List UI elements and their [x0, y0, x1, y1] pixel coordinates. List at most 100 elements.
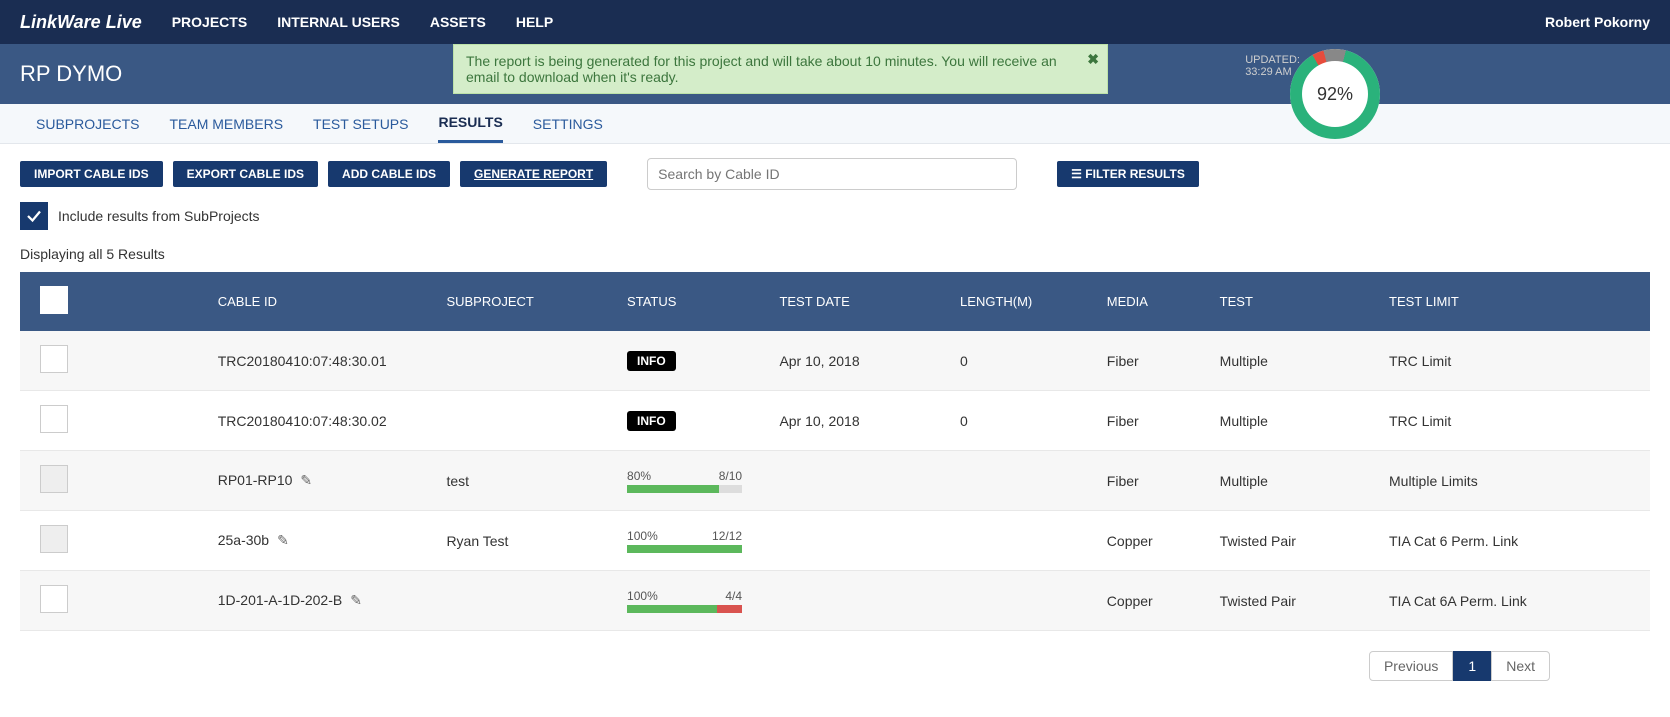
cell-length [950, 511, 1097, 571]
info-badge: INFO [627, 411, 676, 431]
progress-percent: 100% [627, 529, 658, 543]
info-badge: INFO [627, 351, 676, 371]
cell-subproject [436, 571, 617, 631]
cell-status: 80% 8/10 [617, 451, 769, 511]
search-input[interactable] [647, 158, 1017, 190]
col-media[interactable]: MEDIA [1097, 272, 1210, 331]
nav-internal-users[interactable]: INTERNAL USERS [277, 14, 400, 30]
close-icon[interactable]: ✖ [1087, 51, 1099, 68]
tab-settings[interactable]: SETTINGS [533, 106, 603, 142]
col-test-limit[interactable]: TEST LIMIT [1379, 272, 1650, 331]
cell-length [950, 571, 1097, 631]
nav-projects[interactable]: PROJECTS [172, 14, 247, 30]
cell-test-date [769, 511, 950, 571]
progress-indicator: 80% 8/10 [627, 469, 742, 493]
add-cable-ids-button[interactable]: ADD CABLE IDS [328, 161, 450, 187]
cell-media: Fiber [1097, 451, 1210, 511]
nav-help[interactable]: HELP [516, 14, 553, 30]
cell-status: INFO [617, 331, 769, 391]
progress-percent: 80% [627, 469, 651, 483]
col-length[interactable]: LENGTH(M) [950, 272, 1097, 331]
tab-test-setups[interactable]: TEST SETUPS [313, 106, 408, 142]
project-header: RP DYMO The report is being generated fo… [0, 44, 1670, 104]
cell-test-limit: Multiple Limits [1379, 451, 1650, 511]
cell-test: Multiple [1210, 451, 1379, 511]
row-select-checkbox[interactable] [40, 405, 68, 433]
select-all-checkbox[interactable] [40, 286, 68, 314]
row-select-checkbox[interactable] [40, 345, 68, 373]
cell-test-date: Apr 10, 2018 [769, 331, 950, 391]
filter-results-button[interactable]: ☰ FILTER RESULTS [1057, 161, 1199, 187]
progress-fraction: 4/4 [725, 589, 742, 603]
table-row[interactable]: RP01-RP10✎test 80% 8/10 FiberMultipleMultip… [20, 451, 1650, 511]
tab-results[interactable]: RESULTS [438, 104, 502, 143]
cell-cable-id: 1D-201-A-1D-202-B✎ [88, 571, 437, 631]
cell-test: Twisted Pair [1210, 571, 1379, 631]
cell-media: Fiber [1097, 331, 1210, 391]
progress-fraction: 8/10 [719, 469, 742, 483]
col-status[interactable]: STATUS [617, 272, 769, 331]
cell-test: Twisted Pair [1210, 511, 1379, 571]
cell-subproject: Ryan Test [436, 511, 617, 571]
pager-prev[interactable]: Previous [1369, 651, 1453, 681]
cell-subproject [436, 391, 617, 451]
cell-test-limit: TRC Limit [1379, 391, 1650, 451]
col-test-date[interactable]: TEST DATE [769, 272, 950, 331]
pencil-icon[interactable]: ✎ [277, 532, 289, 548]
tab-subprojects[interactable]: SUBPROJECTS [36, 106, 139, 142]
cell-cable-id: TRC20180410:07:48:30.01 [88, 331, 437, 391]
table-row[interactable]: 1D-201-A-1D-202-B✎100%4/4CopperTwisted P… [20, 571, 1650, 631]
table-row[interactable]: 25a-30b✎Ryan Test100%12/12CopperTwisted … [20, 511, 1650, 571]
results-count: Displaying all 5 Results [0, 240, 1670, 272]
include-subprojects-checkbox[interactable] [20, 202, 48, 230]
col-select [20, 272, 88, 331]
pencil-icon[interactable]: ✎ [350, 592, 362, 608]
alert-text: The report is being generated for this p… [466, 53, 1057, 85]
progress-indicator: 100% 4/4 [627, 589, 742, 613]
import-cable-ids-button[interactable]: IMPORT CABLE IDS [20, 161, 163, 187]
cell-test-date [769, 451, 950, 511]
cell-test-date: Apr 10, 2018 [769, 391, 950, 451]
row-select-checkbox [40, 525, 68, 553]
cell-media: Fiber [1097, 391, 1210, 451]
project-tabs: SUBPROJECTS TEAM MEMBERS TEST SETUPS RES… [0, 104, 1670, 144]
cell-status: 100% 12/12 [617, 511, 769, 571]
gauge-percent: 92% [1302, 61, 1368, 127]
top-bar: LinkWare Live PROJECTS INTERNAL USERS AS… [0, 0, 1670, 44]
results-table: CABLE ID SUBPROJECT STATUS TEST DATE LEN… [20, 272, 1650, 631]
col-test[interactable]: TEST [1210, 272, 1379, 331]
row-select-checkbox[interactable] [40, 585, 68, 613]
progress-fraction: 12/12 [712, 529, 742, 543]
table-row[interactable]: TRC20180410:07:48:30.02 INFO Apr 10, 20180… [20, 391, 1650, 451]
include-subprojects-label: Include results from SubProjects [58, 208, 260, 224]
cell-test: Multiple [1210, 331, 1379, 391]
cell-test-limit: TIA Cat 6A Perm. Link [1379, 571, 1650, 631]
export-cable-ids-button[interactable]: EXPORT CABLE IDS [173, 161, 318, 187]
table-row[interactable]: TRC20180410:07:48:30.01 INFO Apr 10, 20180… [20, 331, 1650, 391]
cell-media: Copper [1097, 511, 1210, 571]
cell-length: 0 [950, 391, 1097, 451]
brand-logo: LinkWare Live [20, 12, 142, 33]
cell-cable-id: RP01-RP10✎ [88, 451, 437, 511]
cell-test-limit: TIA Cat 6 Perm. Link [1379, 511, 1650, 571]
progress-indicator: 100% 12/12 [627, 529, 742, 553]
progress-percent: 100% [627, 589, 658, 603]
col-subproject[interactable]: SUBPROJECT [436, 272, 617, 331]
row-select-checkbox [40, 465, 68, 493]
pager-page-1[interactable]: 1 [1453, 651, 1491, 681]
cell-length: 0 [950, 331, 1097, 391]
pager-next[interactable]: Next [1491, 651, 1550, 681]
nav-assets[interactable]: ASSETS [430, 14, 486, 30]
generate-report-button[interactable]: GENERATE REPORT [460, 161, 607, 187]
report-alert: The report is being generated for this p… [453, 44, 1108, 94]
cell-cable-id: TRC20180410:07:48:30.02 [88, 391, 437, 451]
cell-test-limit: TRC Limit [1379, 331, 1650, 391]
cell-subproject: test [436, 451, 617, 511]
current-user[interactable]: Robert Pokorny [1545, 14, 1650, 30]
tab-team-members[interactable]: TEAM MEMBERS [169, 106, 283, 142]
results-toolbar: IMPORT CABLE IDS EXPORT CABLE IDS ADD CA… [0, 144, 1670, 198]
cell-subproject [436, 331, 617, 391]
pencil-icon[interactable]: ✎ [300, 472, 312, 488]
col-cable-id[interactable]: CABLE ID [88, 272, 437, 331]
project-title: RP DYMO [20, 61, 122, 87]
